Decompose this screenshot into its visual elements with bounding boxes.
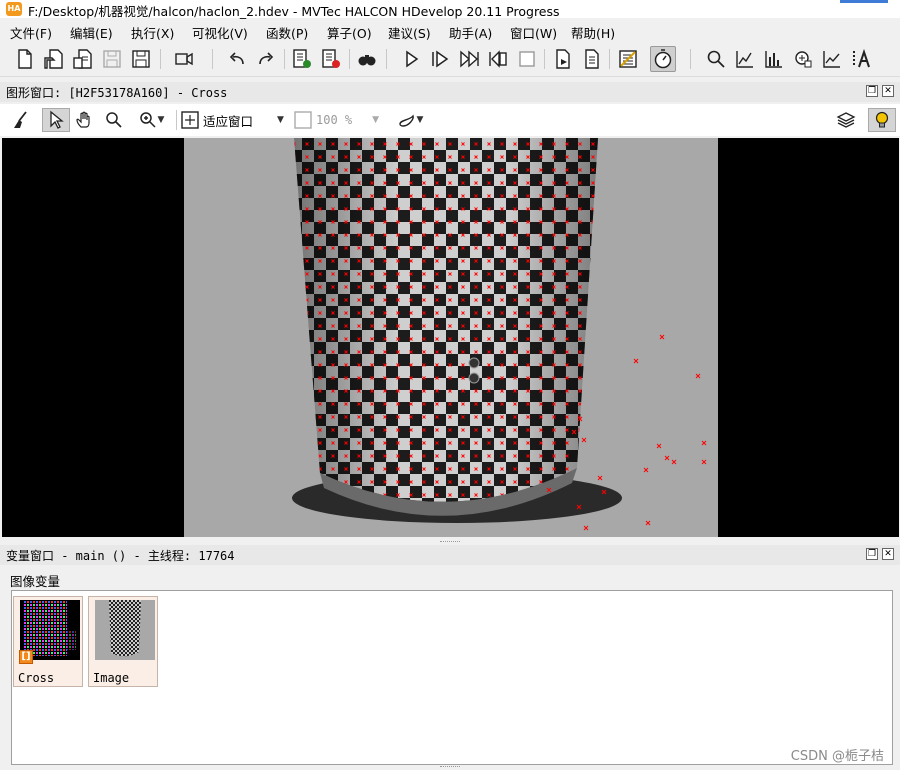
menu-help[interactable]: 帮助(H): [571, 23, 615, 42]
main-toolbar: [0, 42, 900, 77]
variable-name: Cross: [18, 671, 55, 685]
graphics-canvas[interactable]: [2, 138, 899, 537]
image-variables-label: 图像变量: [10, 574, 61, 589]
browse-examples-icon[interactable]: [70, 46, 96, 72]
menu-suggestions[interactable]: 建议(S): [388, 23, 431, 42]
save-disabled-icon[interactable]: [99, 46, 125, 72]
variable-window-title: 变量窗口 - main () - 主线程: 17764: [6, 549, 235, 563]
graphics-toolbar: ▼ 适应窗口 ▼ 100 % ▼ ▼: [0, 104, 900, 136]
run-icon[interactable]: [398, 46, 424, 72]
menu-operators[interactable]: 算子(O): [327, 23, 372, 42]
menu-window[interactable]: 窗口(W): [510, 23, 557, 42]
variable-thumb-cross[interactable]: [] Cross: [13, 596, 83, 687]
stop-icon[interactable]: [514, 46, 540, 72]
save-as-icon[interactable]: [128, 46, 154, 72]
record-icon[interactable]: [171, 46, 197, 72]
layers-icon[interactable]: [834, 108, 858, 132]
new-file-icon[interactable]: [12, 46, 38, 72]
lightbulb-icon[interactable]: [868, 108, 896, 132]
histogram-icon[interactable]: [732, 46, 758, 72]
variable-window-header: 变量窗口 - main () - 主线程: 17764 ❐ ✕: [0, 545, 900, 565]
chevron-down-icon: ▼: [416, 115, 424, 125]
zoom-percent-label: 100 %: [316, 113, 353, 127]
delete-code-icon[interactable]: [318, 46, 344, 72]
canvas-image: [184, 138, 718, 537]
line-profile-icon[interactable]: [761, 46, 787, 72]
zoom-percent-dropdown[interactable]: 100 % ▼: [293, 108, 383, 132]
chevron-down-icon: ▼: [372, 115, 380, 125]
pointer-icon[interactable]: [42, 108, 70, 132]
title-bar: HA F:/Desktop/机器视觉/halcon/haclon_2.hdev …: [0, 0, 900, 19]
menu-procedures[interactable]: 函数(P): [266, 23, 308, 42]
float-window-icon[interactable]: ❐: [866, 85, 878, 97]
variable-thumb-image[interactable]: Image: [88, 596, 158, 687]
menu-edit[interactable]: 编辑(E): [70, 23, 113, 42]
variable-name: Image: [93, 671, 130, 685]
find-icon[interactable]: [354, 46, 380, 72]
chevron-down-icon: ▼: [157, 115, 165, 125]
magnify-icon[interactable]: [102, 108, 126, 132]
float-window-icon[interactable]: ❐: [866, 548, 878, 560]
zoom-dropdown[interactable]: ▼: [131, 108, 171, 132]
watermark: CSDN @栀子桔: [790, 749, 884, 764]
clear-window-icon[interactable]: [8, 108, 32, 132]
image-thumbnail: [95, 600, 155, 660]
profiler-icon[interactable]: [650, 46, 676, 72]
step-into-icon[interactable]: [456, 46, 482, 72]
step-out-icon[interactable]: [485, 46, 511, 72]
close-window-icon[interactable]: ✕: [882, 85, 894, 97]
reset-all-icon[interactable]: [579, 46, 605, 72]
splitter-handle[interactable]: [440, 766, 460, 770]
gray-histogram-icon[interactable]: [790, 46, 816, 72]
open-file-icon[interactable]: [41, 46, 67, 72]
tuple-badge-icon: []: [19, 650, 33, 664]
menu-file[interactable]: 文件(F): [10, 23, 52, 42]
menu-execute[interactable]: 执行(X): [131, 23, 174, 42]
insert-code-icon[interactable]: [289, 46, 315, 72]
graphics-window-header: 图形窗口: [H2F53178A160] - Cross ❐ ✕: [0, 82, 900, 102]
close-window-icon[interactable]: ✕: [882, 548, 894, 560]
feature-histogram-icon[interactable]: [819, 46, 845, 72]
menu-bar: 文件(F) 编辑(E) 执行(X) 可视化(V) 函数(P) 算子(O) 建议(…: [0, 20, 900, 42]
window-controls-accent: [840, 0, 888, 3]
cross-markers: [294, 138, 598, 502]
menu-visualize[interactable]: 可视化(V): [192, 23, 248, 42]
app-logo-icon: HA: [6, 2, 22, 16]
variable-inspect-icon[interactable]: [615, 46, 641, 72]
image-variables-area: [] Cross Image: [11, 590, 893, 765]
chevron-down-icon: ▼: [277, 115, 284, 125]
menu-assistants[interactable]: 助手(A): [449, 23, 492, 42]
fit-window-dropdown[interactable]: 适应窗口 ▼: [180, 108, 290, 132]
fit-window-label: 适应窗口: [203, 113, 254, 129]
graphics-window-title: 图形窗口: [H2F53178A160] - Cross: [6, 86, 228, 100]
window-title: F:/Desktop/机器视觉/halcon/haclon_2.hdev - M…: [28, 4, 560, 19]
redo-icon[interactable]: [253, 46, 279, 72]
pan-hand-icon[interactable]: [73, 108, 97, 132]
reset-icon[interactable]: [550, 46, 576, 72]
undo-icon[interactable]: [224, 46, 250, 72]
zoom-icon[interactable]: [703, 46, 729, 72]
ocr-icon[interactable]: [848, 46, 874, 72]
step-over-icon[interactable]: [427, 46, 453, 72]
draw-mode-dropdown[interactable]: ▼: [390, 108, 430, 132]
